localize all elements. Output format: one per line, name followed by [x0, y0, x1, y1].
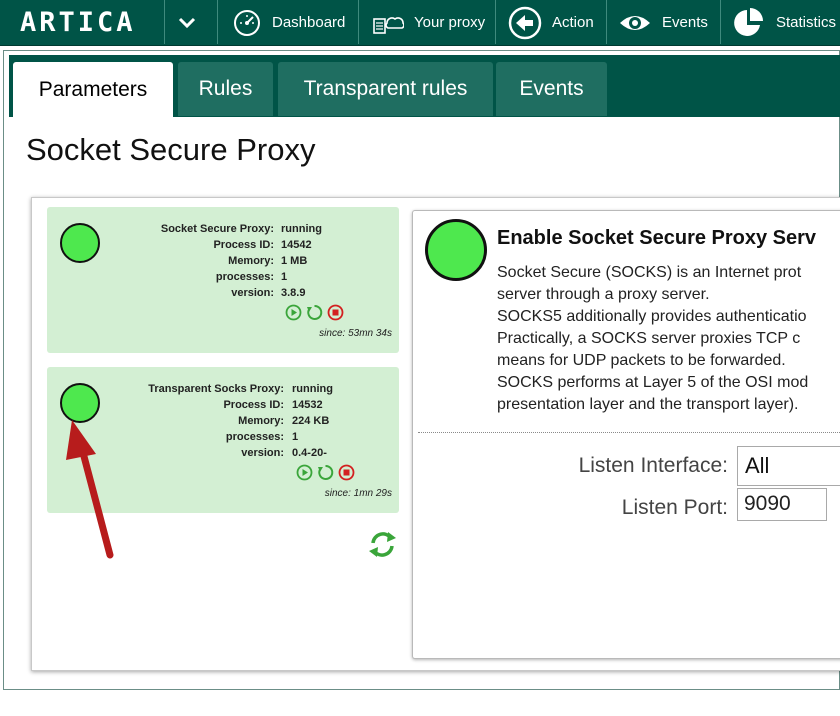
restart-icon[interactable]	[306, 304, 323, 321]
processes-value: 1	[292, 431, 299, 443]
nav-events-label: Events	[662, 14, 708, 31]
nav-statistics[interactable]: Statistics	[732, 0, 836, 45]
tab-transparent-rules[interactable]: Transparent rules	[278, 62, 493, 116]
listen-interface-select[interactable]: All	[737, 446, 840, 486]
processes-value: 1	[281, 271, 288, 283]
service-details: Socket Secure Proxy: running Process ID:…	[47, 223, 399, 323]
memory-label: Memory:	[228, 255, 274, 267]
service-status-value: running	[281, 223, 322, 235]
nav-dashboard-label: Dashboard	[272, 14, 346, 31]
tab-parameters[interactable]: Parameters	[13, 62, 173, 118]
top-navigation-bar: ARTICA Dashboard Your proxy Action Event…	[0, 0, 840, 46]
start-icon[interactable]	[285, 304, 302, 321]
nav-your-proxy[interactable]: Your proxy	[372, 0, 485, 45]
refresh-icon[interactable]	[366, 528, 399, 561]
listen-port-label: Listen Port:	[621, 496, 728, 519]
uptime-text: since: 1mn 29s	[324, 488, 392, 499]
enable-description: Socket Secure (SOCKS) is an Internet pro…	[497, 262, 808, 416]
stop-icon[interactable]	[338, 464, 355, 481]
service-controls	[285, 304, 344, 321]
memory-value: 1 MB	[281, 255, 308, 267]
description-line: SOCKS performs at Layer 5 of the OSI mod	[497, 374, 809, 391]
description-line: server through a proxy server.	[497, 286, 710, 303]
listen-interface-label: Listen Interface:	[578, 454, 728, 477]
stop-icon[interactable]	[327, 304, 344, 321]
service-name-label: Socket Secure Proxy:	[160, 223, 274, 235]
tab-rules[interactable]: Rules	[178, 62, 273, 116]
restart-icon[interactable]	[317, 464, 334, 481]
nav-statistics-label: Statistics	[776, 14, 837, 31]
start-icon[interactable]	[296, 464, 313, 481]
processes-label: processes:	[215, 271, 274, 283]
tab-events[interactable]: Events	[496, 62, 607, 116]
description-line: Socket Secure (SOCKS) is an Internet pro…	[497, 264, 802, 281]
uptime-text: since: 53mn 34s	[319, 328, 392, 339]
page-title: Socket Secure Proxy	[26, 132, 316, 167]
annotation-arrow	[60, 410, 130, 570]
nav-dashboard[interactable]: Dashboard	[232, 0, 345, 45]
nav-separator	[495, 0, 496, 44]
enable-title: Enable Socket Secure Proxy Serv	[497, 227, 817, 249]
nav-action[interactable]: Action	[508, 0, 594, 45]
service-status-box: Socket Secure Proxy: running Process ID:…	[47, 207, 399, 353]
version-value: 3.8.9	[281, 287, 306, 299]
service-status-value: running	[292, 383, 333, 395]
artica-logo[interactable]: ARTICA	[20, 9, 136, 37]
version-value: 0.4-20-	[292, 447, 327, 459]
dashboard-gauge-icon	[234, 9, 260, 36]
nav-separator	[217, 0, 218, 44]
service-name-label: Transparent Socks Proxy:	[148, 383, 284, 395]
service-controls	[296, 464, 355, 481]
enable-status-led[interactable]	[425, 219, 487, 281]
version-label: version:	[241, 447, 284, 459]
nav-separator	[720, 0, 721, 44]
description-line: SOCKS5 additionally provides authenticat…	[497, 308, 807, 325]
chevron-down-icon[interactable]	[172, 10, 202, 36]
pid-value: 14532	[292, 399, 323, 411]
proxy-cloud-icon	[373, 16, 404, 34]
nav-separator	[164, 0, 165, 44]
nav-separator	[358, 0, 359, 44]
description-line: Practically, a SOCKS server proxies TCP …	[497, 330, 801, 347]
pid-value: 14542	[281, 239, 312, 251]
version-label: version:	[231, 287, 274, 299]
memory-value: 224 KB	[292, 415, 330, 427]
description-line: presentation layer and the transport lay…	[497, 396, 799, 413]
nav-separator	[606, 0, 607, 44]
nav-your-proxy-label: Your proxy	[414, 14, 486, 31]
events-eye-icon	[620, 15, 650, 30]
pid-label: Process ID:	[223, 399, 284, 411]
nav-action-label: Action	[552, 14, 594, 31]
description-line: means for UDP packets to be forwarded.	[497, 352, 786, 369]
divider	[418, 432, 840, 433]
listen-port-input[interactable]: 9090	[737, 488, 827, 521]
pid-label: Process ID:	[213, 239, 274, 251]
processes-label: processes:	[225, 431, 284, 443]
memory-label: Memory:	[238, 415, 284, 427]
statistics-pie-icon	[734, 7, 763, 36]
nav-events[interactable]: Events	[618, 0, 708, 45]
action-back-circle-icon	[508, 6, 542, 39]
